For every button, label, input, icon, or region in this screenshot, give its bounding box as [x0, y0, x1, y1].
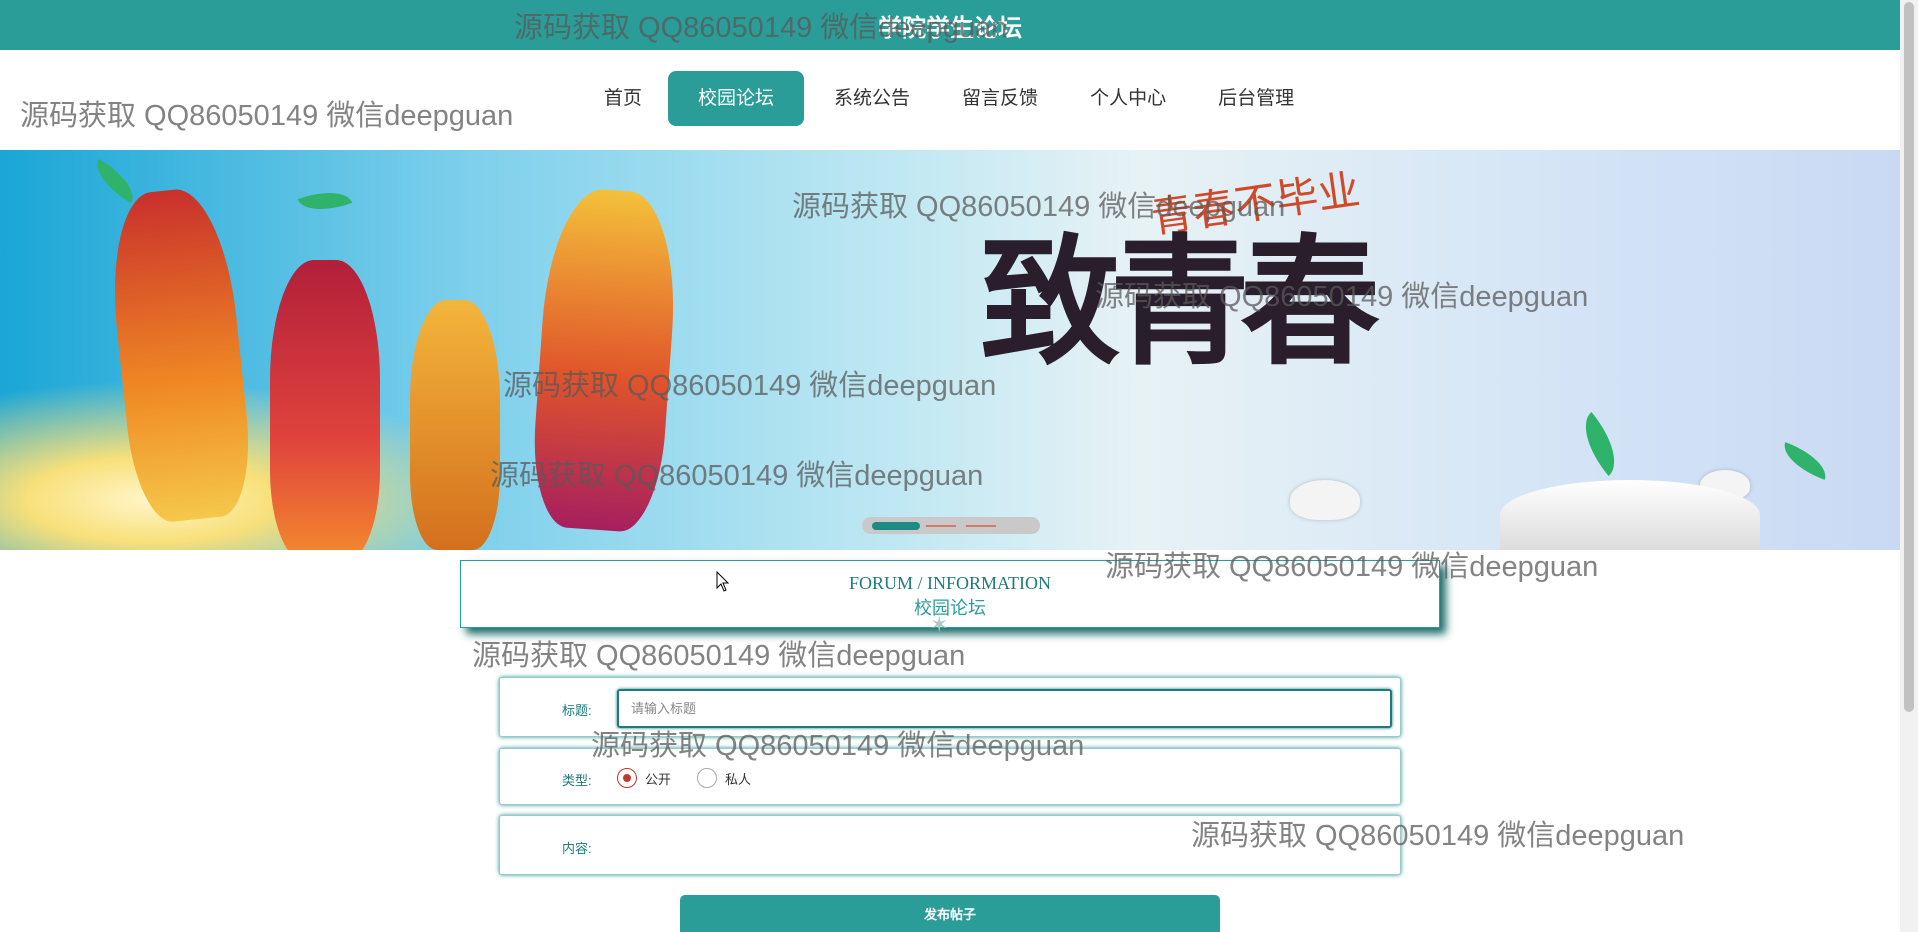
watermark-text: 源码获取 QQ86050149 微信deepguan	[503, 370, 997, 402]
type-label: 类型:	[562, 773, 592, 788]
nav-item-user-center[interactable]: 个人中心	[1064, 71, 1192, 126]
leaf-decoration	[297, 182, 353, 220]
mouse-cursor-icon	[716, 571, 730, 592]
scrollbar-thumb[interactable]	[1904, 2, 1914, 712]
watermark-text: 源码获取 QQ86050149 微信deepguan	[1095, 281, 1589, 313]
section-title-chinese: 校园论坛	[914, 598, 986, 618]
leaf-decoration	[87, 158, 143, 204]
watermark-text: 源码获取 QQ86050149 微信deepguan	[591, 730, 1085, 762]
content-label: 内容:	[562, 841, 592, 856]
watermark-text: 源码获取 QQ86050149 微信deepguan	[472, 640, 966, 672]
nav-item-campus-forum[interactable]: 校园论坛	[668, 71, 805, 126]
nav-item-announcements[interactable]: 系统公告	[808, 71, 936, 126]
banner-figure	[270, 260, 380, 550]
carousel-indicator[interactable]	[926, 525, 956, 527]
watermark-text: 源码获取 QQ86050149 微信deepguan	[514, 12, 1008, 44]
watermark-text: 源码获取 QQ86050149 微信deepguan	[792, 191, 1286, 223]
carousel-indicator-active[interactable]	[872, 522, 920, 530]
leaf-decoration	[1569, 412, 1631, 476]
radio-public-label[interactable]: 公开	[645, 769, 671, 788]
publish-post-button[interactable]: 发布帖子	[680, 895, 1220, 932]
banner-figure	[410, 300, 500, 550]
main-nav: 首页 校园论坛 系统公告 留言反馈 个人中心 后台管理	[578, 71, 1320, 126]
radio-private-label[interactable]: 私人	[725, 769, 751, 788]
watermark-text: 源码获取 QQ86050149 微信deepguan	[490, 460, 984, 492]
radio-private[interactable]	[697, 768, 718, 788]
watermark-text: 源码获取 QQ86050149 微信deepguan	[1105, 551, 1599, 583]
nav-item-feedback[interactable]: 留言反馈	[936, 71, 1064, 126]
watermark-text: 源码获取 QQ86050149 微信deepguan	[1191, 820, 1685, 852]
title-label: 标题:	[562, 703, 592, 718]
nav-item-home[interactable]: 首页	[578, 71, 668, 126]
radio-public[interactable]	[617, 768, 637, 788]
leaf-decoration	[1777, 442, 1833, 480]
watermark-text: 源码获取 QQ86050149 微信deepguan	[20, 100, 514, 132]
carousel-indicator[interactable]	[966, 525, 996, 527]
dove-decoration	[1290, 480, 1360, 520]
open-book-decoration	[1500, 480, 1760, 550]
type-radio-group: 公开 私人	[617, 768, 777, 788]
nav-item-admin[interactable]: 后台管理	[1192, 71, 1320, 126]
